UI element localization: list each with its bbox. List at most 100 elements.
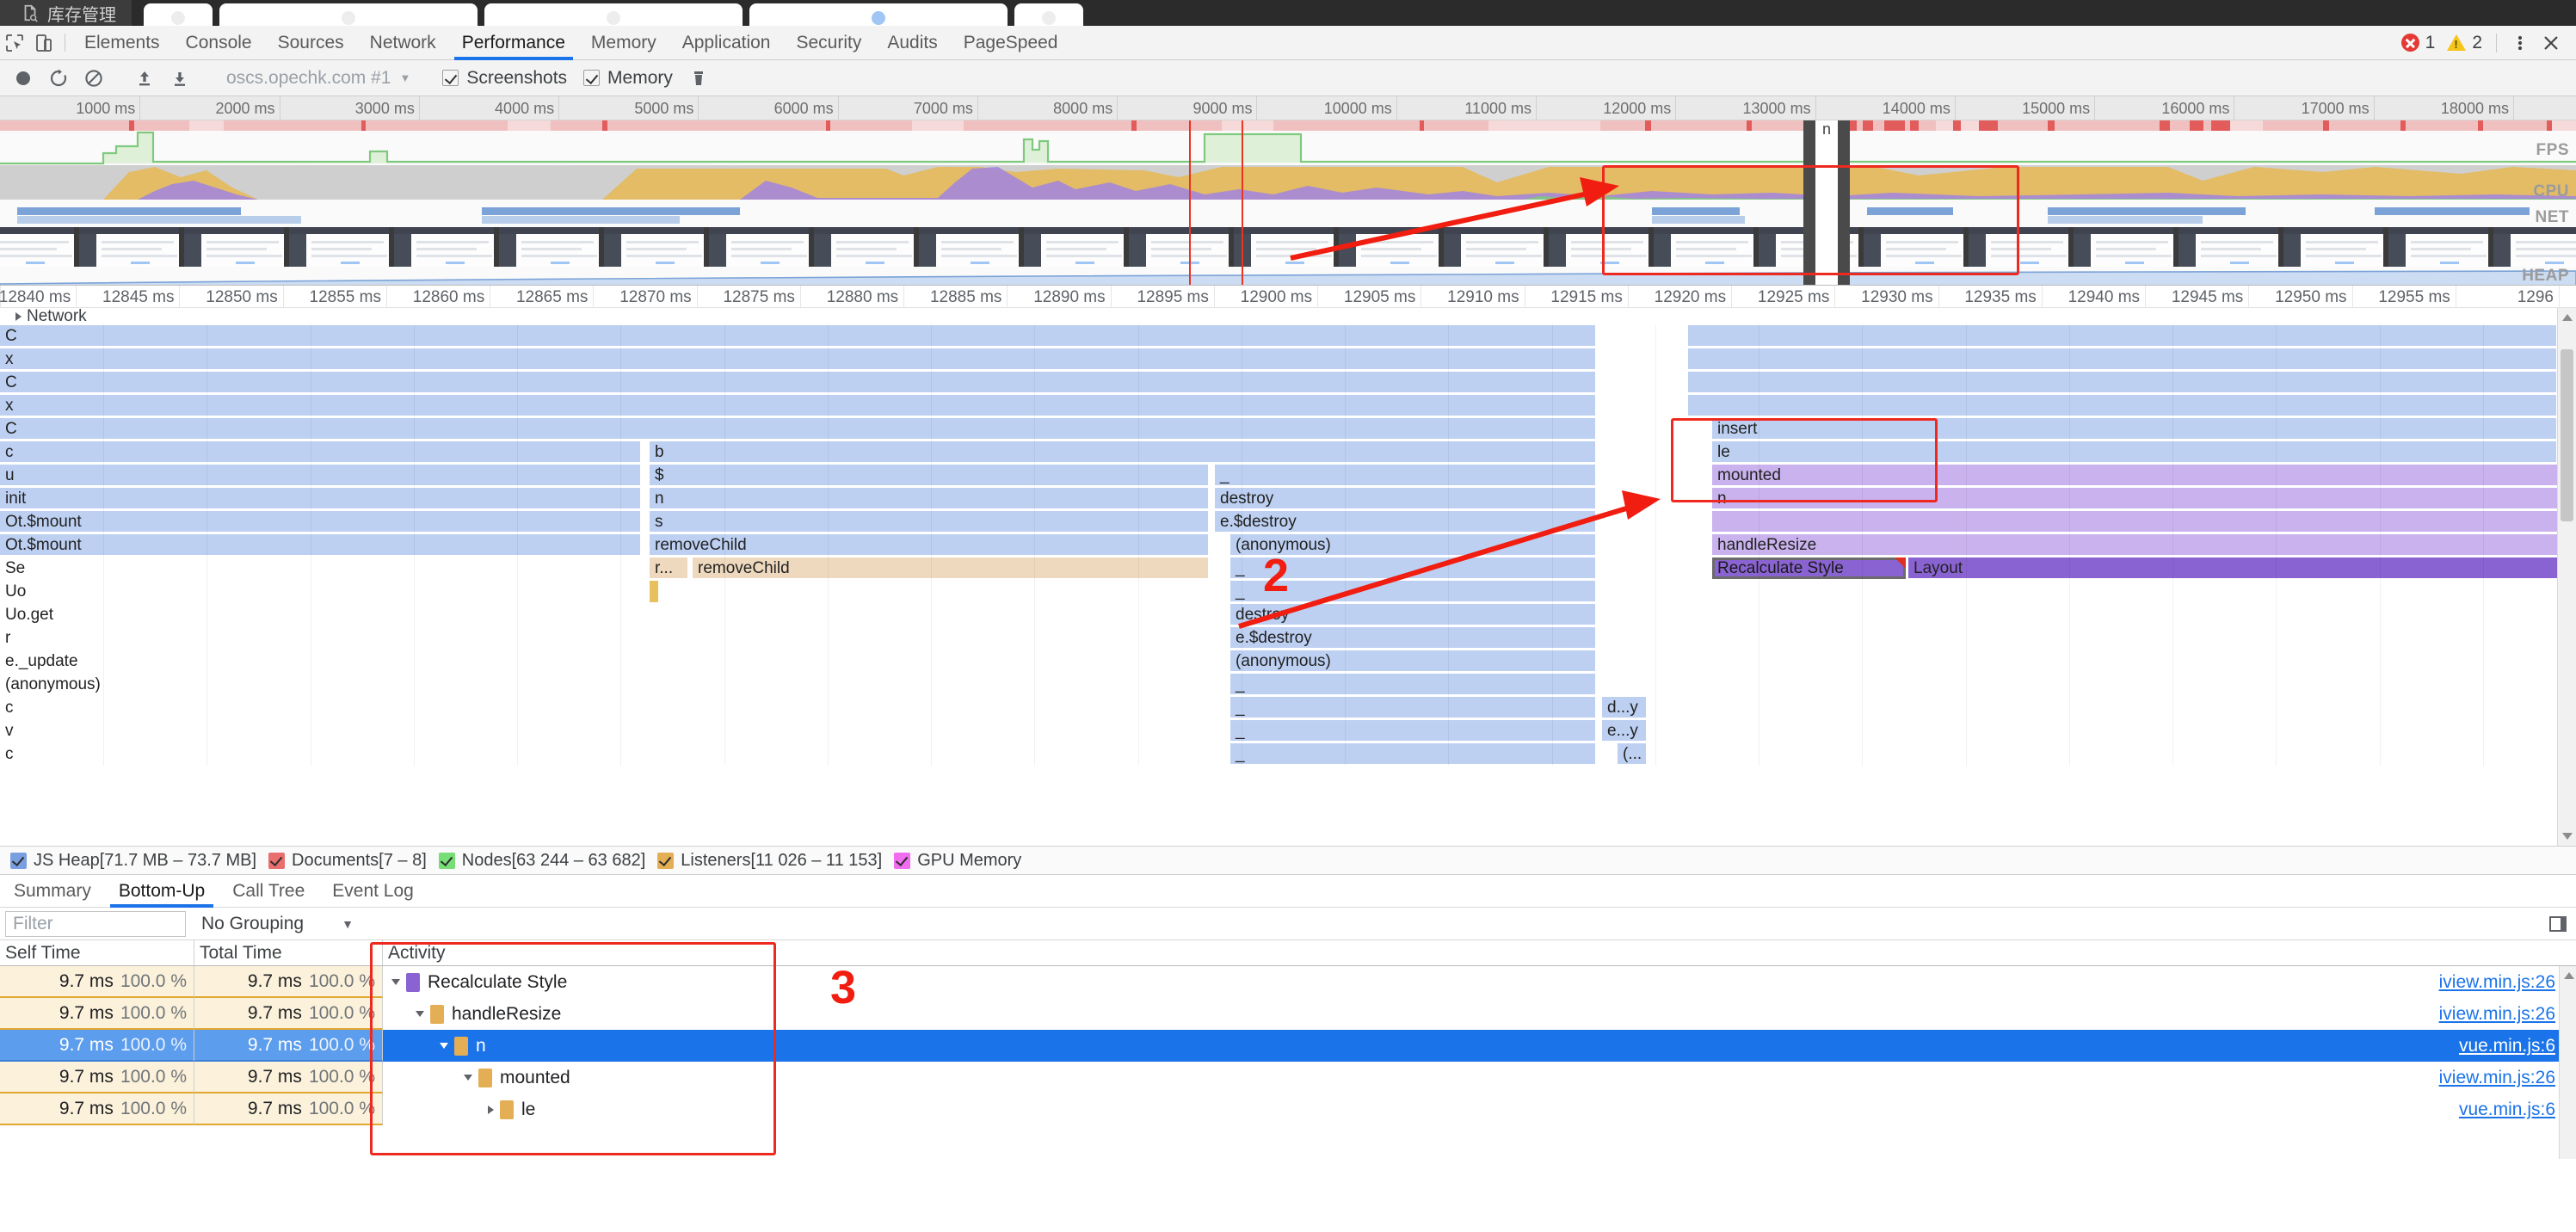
filmstrip-frame[interactable]	[2388, 227, 2490, 267]
tab-security[interactable]: Security	[783, 26, 874, 59]
flame-chart-row[interactable]: n destroy n init	[0, 487, 2576, 510]
flame-chart-row[interactable]: e.$destroy r	[0, 626, 2576, 650]
filmstrip-frame[interactable]	[1024, 227, 1125, 267]
flame-chart-bar[interactable]: removeChild	[650, 534, 1209, 556]
flame-chart-bar[interactable]: n	[650, 488, 1209, 509]
column-header-self-time[interactable]: Self Time	[0, 940, 194, 965]
scroll-up-button[interactable]	[2560, 966, 2576, 985]
counter-checkbox[interactable]	[438, 852, 455, 869]
flame-chart-bar[interactable]	[1688, 325, 2557, 347]
flame-chart-row[interactable]: C	[0, 324, 2576, 348]
filmstrip-frame[interactable]	[0, 227, 76, 267]
flame-chart-row[interactable]: x	[0, 394, 2576, 417]
flame-chart-bar[interactable]: (anonymous)	[1230, 650, 1596, 672]
flame-chart-row[interactable]: C	[0, 371, 2576, 394]
bottom-up-row[interactable]: 9.7 ms 100.0 % 9.7 ms 100.0 % le vue.min.js:6	[0, 1093, 2576, 1125]
filmstrip-frame[interactable]	[1654, 227, 1755, 267]
filmstrip-frame[interactable]	[2283, 227, 2385, 267]
filmstrip-frame[interactable]	[1234, 227, 1335, 267]
filmstrip-frame[interactable]	[79, 227, 181, 267]
network-track-header[interactable]: Network	[0, 308, 2576, 325]
record-button[interactable]	[7, 62, 40, 95]
flame-chart-bar[interactable]	[0, 395, 1596, 416]
flame-chart-bar[interactable]	[0, 372, 1596, 393]
filmstrip-frame[interactable]	[1339, 227, 1440, 267]
filmstrip-frame[interactable]	[814, 227, 915, 267]
counter-checkbox[interactable]	[10, 852, 27, 869]
counter-checkbox[interactable]	[894, 852, 911, 869]
triangle-down-icon[interactable]	[440, 1043, 448, 1049]
flame-chart-bar[interactable]: r...	[650, 557, 688, 579]
triangle-down-icon[interactable]	[416, 1011, 424, 1017]
flame-chart-bar[interactable]: d...y	[1602, 697, 1647, 718]
reload-and-record-button[interactable]	[42, 62, 75, 95]
tab-elements[interactable]: Elements	[71, 26, 173, 59]
overview-ruler[interactable]: 1000 ms 2000 ms 3000 ms 4000 ms 5000 ms 6000 …	[0, 96, 2576, 120]
filmstrip-frame[interactable]	[604, 227, 706, 267]
memory-counter-toggle[interactable]: Listeners[11 026 – 11 153]	[657, 851, 882, 871]
flame-chart-pane[interactable]: Network Cx Cx insert Cb le c $ _ mounted u n destro…	[0, 308, 2576, 846]
filmstrip-frame[interactable]	[2493, 227, 2576, 267]
tab-bottom-up[interactable]: Bottom-Up	[105, 875, 219, 908]
flame-chart-bar[interactable]: handleResize	[1712, 534, 2576, 556]
more-options-button[interactable]	[2505, 34, 2535, 52]
flame-chart-bar[interactable]: Layout	[1908, 557, 2576, 579]
scroll-up-button[interactable]	[2558, 308, 2576, 327]
filmstrip-frame[interactable]	[394, 227, 496, 267]
tab-network[interactable]: Network	[357, 26, 449, 59]
bottom-up-row[interactable]: 9.7 ms 100.0 % 9.7 ms 100.0 % Recalculate St…	[0, 966, 2576, 998]
scroll-down-button[interactable]	[2558, 827, 2576, 846]
memory-checkbox[interactable]: Memory	[576, 68, 680, 89]
bottom-up-table[interactable]: Self Time Total Time Activity 9.7 ms 100.…	[0, 940, 2576, 1159]
tab-application[interactable]: Application	[669, 26, 784, 59]
bottom-up-row[interactable]: 9.7 ms 100.0 % 9.7 ms 100.0 % handleResize iv…	[0, 998, 2576, 1030]
tab-summary[interactable]: Summary	[0, 875, 105, 907]
show-sidebar-button[interactable]	[2548, 915, 2576, 933]
flame-chart-bar[interactable]	[650, 581, 658, 602]
browser-tab-inactive[interactable]	[144, 3, 213, 26]
flame-chart-row[interactable]: _ (... c	[0, 742, 2576, 766]
flame-chart-row[interactable]: b le c	[0, 440, 2576, 464]
source-link[interactable]: iview.min.js:26	[2439, 1068, 2555, 1088]
tab-performance[interactable]: Performance	[449, 26, 578, 60]
flame-chart-bar[interactable]: e...y	[1602, 720, 1647, 742]
browser-tab-inactive[interactable]	[484, 3, 743, 26]
flame-chart-row[interactable]: (anonymous) e._update	[0, 650, 2576, 673]
tab-call-tree[interactable]: Call Tree	[219, 875, 318, 907]
memory-counter-toggle[interactable]: GPU Memory	[894, 851, 1021, 871]
filmstrip-frame[interactable]	[709, 227, 810, 267]
collect-garbage-button[interactable]	[682, 62, 715, 95]
tab-sources[interactable]: Sources	[265, 26, 357, 59]
counter-checkbox[interactable]	[657, 852, 675, 869]
flame-chart-ruler[interactable]: 5 ms12840 ms12845 ms12850 ms12855 ms1286…	[0, 286, 2576, 308]
flame-chart-bar[interactable]	[0, 418, 1596, 440]
flame-chart-bar[interactable]: $	[650, 465, 1209, 486]
flame-chart-bar[interactable]: _	[1230, 581, 1596, 602]
filmstrip-frame[interactable]	[2179, 227, 2280, 267]
overview-window-handle-right[interactable]	[1838, 120, 1850, 285]
error-counter[interactable]: 1	[2396, 33, 2441, 53]
flame-chart-bar[interactable]: insert	[1712, 418, 2557, 440]
flame-chart-bar[interactable]	[1688, 348, 2557, 370]
column-header-activity[interactable]: Activity	[383, 940, 2576, 965]
close-devtools-button[interactable]	[2536, 34, 2566, 52]
filmstrip-frame[interactable]	[1129, 227, 1230, 267]
browser-tab-inactive[interactable]	[749, 3, 1008, 26]
scrollbar-thumb[interactable]	[2561, 349, 2573, 521]
column-header-total-time[interactable]: Total Time	[194, 940, 383, 965]
flame-chart-bar[interactable]	[0, 325, 1596, 347]
flame-chart-bar[interactable]	[1688, 395, 2557, 416]
flame-chart-scrollbar[interactable]	[2557, 308, 2576, 846]
flame-chart-bar[interactable]: _	[1230, 720, 1596, 742]
filmstrip-frame[interactable]	[1444, 227, 1545, 267]
filmstrip-frame[interactable]	[919, 227, 1020, 267]
flame-chart-row[interactable]: _ d...y c	[0, 696, 2576, 719]
flame-chart-bar[interactable]: (anonymous)	[1230, 534, 1596, 556]
bottom-up-rows[interactable]: 9.7 ms 100.0 % 9.7 ms 100.0 % Recalculate St…	[0, 966, 2576, 1125]
screenshots-checkbox[interactable]: Screenshots	[435, 68, 574, 89]
flame-chart-bar[interactable]: removeChild	[693, 557, 1209, 579]
memory-counter-toggle[interactable]: Documents[7 – 8]	[268, 851, 427, 871]
overview-window-marker-left[interactable]	[1242, 120, 1243, 285]
tab-console[interactable]: Console	[173, 26, 265, 59]
browser-tab-inactive[interactable]	[219, 3, 478, 26]
